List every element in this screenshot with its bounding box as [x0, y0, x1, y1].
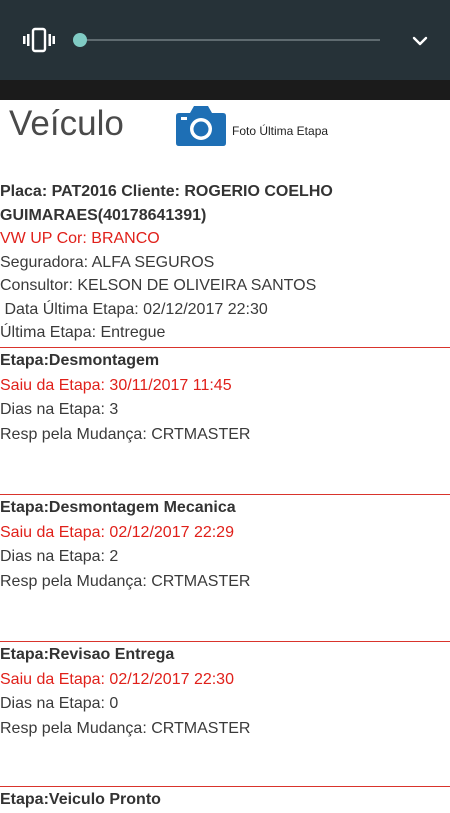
consultant: Consultor: KELSON DE OLIVEIRA SANTOS: [0, 277, 317, 294]
insurer: Seguradora: ALFA SEGUROS: [0, 253, 215, 271]
stage-item[interactable]: Etapa:Veiculo Pronto: [0, 788, 450, 813]
stage-title: Etapa:Desmontagem: [0, 352, 160, 369]
vibrate-icon[interactable]: [22, 26, 56, 54]
stage-divider: [0, 641, 450, 642]
stage-item[interactable]: Etapa:Revisao Entrega Saiu da Etapa: 02/…: [0, 643, 450, 741]
stage-exit-date: Saiu da Etapa: 02/12/2017 22:30: [0, 670, 234, 688]
stage-item[interactable]: Etapa:Desmontagem Mecanica Saiu da Etapa…: [0, 496, 450, 594]
stage-divider: [0, 494, 450, 495]
last-stage-date: Data Última Etapa: 02/12/2017 22:30: [0, 300, 268, 318]
stage-days: Dias na Etapa: 2: [0, 548, 119, 565]
chevron-down-icon[interactable]: [410, 31, 430, 51]
stage-exit-date: Saiu da Etapa: 02/12/2017 22:29: [0, 523, 234, 541]
vehicle-info: Placa: PAT2016 Cliente: ROGERIO COELHO G…: [0, 180, 450, 345]
page-title: Veículo: [9, 104, 124, 143]
stage-title: Etapa:Desmontagem Mecanica: [0, 499, 236, 516]
vehicle-model: VW UP Cor: BRANCO: [0, 230, 160, 247]
stage-responsible: Resp pela Mudança: CRTMASTER: [0, 425, 251, 443]
camera-icon[interactable]: [175, 103, 227, 147]
stage-days: Dias na Etapa: 0: [0, 695, 119, 712]
stage-responsible: Resp pela Mudança: CRTMASTER: [0, 572, 251, 590]
stage-divider: [0, 786, 450, 787]
camera-label[interactable]: Foto Última Etapa: [232, 124, 328, 138]
stage-title: Etapa:Veiculo Pronto: [0, 791, 161, 808]
volume-panel: [0, 0, 450, 80]
client-name-line: GUIMARAES(40178641391): [0, 206, 207, 224]
stage-days: Dias na Etapa: 3: [0, 401, 119, 418]
stage-divider: [0, 347, 450, 348]
plate-client-line: Placa: PAT2016 Cliente: ROGERIO COELHO: [0, 183, 333, 200]
stage-responsible: Resp pela Mudança: CRTMASTER: [0, 719, 251, 737]
app-bar-edge: [0, 80, 450, 100]
stage-title: Etapa:Revisao Entrega: [0, 646, 175, 663]
stage-item[interactable]: Etapa:Desmontagem Saiu da Etapa: 30/11/2…: [0, 349, 450, 447]
volume-slider-track[interactable]: [80, 39, 380, 41]
stage-exit-date: Saiu da Etapa: 30/11/2017 11:45: [0, 376, 232, 394]
last-stage: Última Etapa: Entregue: [0, 324, 166, 341]
volume-slider-thumb[interactable]: [73, 33, 87, 47]
